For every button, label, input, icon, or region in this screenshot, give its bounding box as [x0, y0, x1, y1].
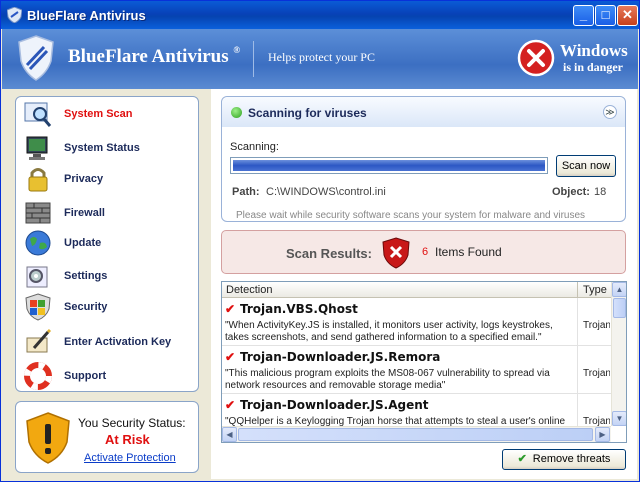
- security-status-box: You Security Status: At Risk Activate Pr…: [15, 401, 199, 473]
- remove-threats-button[interactable]: ✔ Remove threats: [502, 449, 626, 470]
- scan-results-label: Scan Results:: [286, 246, 372, 261]
- scan-now-button[interactable]: Scan now: [556, 155, 616, 177]
- red-check-icon: ✔: [225, 350, 236, 364]
- status-dot-icon: [231, 107, 242, 118]
- scan-panel-header: Scanning for viruses ≫: [222, 97, 625, 127]
- vertical-scrollbar[interactable]: ▲ ▼: [611, 282, 626, 426]
- danger-subtitle: is in danger: [563, 60, 624, 74]
- window-title: BlueFlare Antivirus: [27, 8, 146, 23]
- pen-key-icon: [26, 328, 52, 353]
- wait-message: Please wait while security software scan…: [236, 210, 586, 221]
- status-title: You Security Status:: [78, 416, 186, 430]
- red-check-icon: ✔: [225, 302, 236, 316]
- scan-progress-bar: [230, 157, 548, 174]
- items-found-count: 6: [422, 246, 429, 258]
- magnifier-icon: [24, 102, 52, 127]
- sidebar: System Scan System Status Privacy Firewa…: [15, 96, 199, 392]
- sidebar-item-security[interactable]: Security: [24, 292, 194, 322]
- minimize-button[interactable]: _: [573, 5, 594, 26]
- column-header-type[interactable]: Type: [579, 282, 611, 298]
- scroll-up-icon[interactable]: ▲: [612, 282, 626, 297]
- threat-name: Trojan-Downloader.JS.Remora: [240, 350, 441, 364]
- main-panel: Scanning for viruses ≫ Scanning: Scan no…: [211, 89, 637, 479]
- close-button[interactable]: ✕: [617, 5, 638, 26]
- horizontal-scrollbar[interactable]: ◀ ▶: [222, 426, 611, 442]
- sidebar-item-privacy[interactable]: Privacy: [24, 164, 194, 194]
- settings-gear-icon: [26, 266, 48, 288]
- header-divider: [253, 41, 254, 77]
- threat-type: Trojan: [583, 368, 610, 379]
- green-check-icon: ✔: [517, 453, 527, 465]
- red-check-icon: ✔: [225, 398, 236, 412]
- sidebar-item-activation-key[interactable]: Enter Activation Key: [24, 327, 194, 357]
- lifebuoy-icon: [24, 362, 52, 390]
- scan-panel-title: Scanning for viruses: [248, 106, 367, 120]
- sidebar-item-system-scan[interactable]: System Scan: [24, 99, 194, 129]
- path-value: C:\WINDOWS\control.ini: [266, 186, 386, 198]
- padlock-icon: [28, 168, 48, 192]
- status-value: At Risk: [105, 432, 150, 447]
- globe-icon: [25, 230, 51, 256]
- sidebar-item-system-status[interactable]: System Status: [24, 133, 194, 163]
- sidebar-item-label: Security: [64, 301, 108, 313]
- detections-table: Detection Type ✔ Trojan.VBS.Qhost "When …: [221, 281, 627, 443]
- danger-x-icon: [517, 39, 555, 77]
- shield-icon: [7, 7, 22, 23]
- sidebar-item-label: Update: [64, 237, 102, 249]
- sidebar-item-firewall[interactable]: Firewall: [24, 198, 194, 228]
- brand-name: BlueFlare Antivirus ®: [68, 44, 241, 67]
- sidebar-item-support[interactable]: Support: [24, 361, 194, 391]
- object-label: Object:: [552, 186, 590, 198]
- sidebar-item-label: System Scan: [64, 108, 133, 120]
- brick-wall-icon: [25, 202, 51, 224]
- title-bar[interactable]: BlueFlare Antivirus _ □ ✕: [1, 1, 639, 29]
- danger-title: Windows: [560, 41, 628, 60]
- activate-protection-link[interactable]: Activate Protection: [84, 452, 176, 464]
- tagline: Helps protect your PC: [268, 50, 375, 64]
- threat-description: "This malicious program exploits the MS0…: [225, 368, 550, 391]
- detection-cell: ✔ Trojan.VBS.Qhost "When ActivityKey.JS …: [222, 298, 578, 346]
- scanning-label: Scanning:: [230, 141, 279, 153]
- remove-threats-label: Remove threats: [532, 453, 611, 465]
- sidebar-item-label: Firewall: [64, 207, 105, 219]
- maximize-button[interactable]: □: [595, 5, 616, 26]
- app-header: BlueFlare Antivirus ® Helps protect your…: [2, 29, 638, 89]
- monitor-icon: [26, 136, 48, 160]
- scroll-right-icon[interactable]: ▶: [595, 427, 610, 442]
- threat-name: Trojan-Downloader.JS.Agent: [240, 398, 429, 412]
- table-header: Detection Type: [222, 282, 626, 298]
- sidebar-item-label: System Status: [64, 142, 140, 154]
- sidebar-item-label: Enter Activation Key: [64, 336, 172, 348]
- items-found-label: Items Found: [435, 245, 502, 259]
- threat-name: Trojan.VBS.Qhost: [240, 302, 358, 316]
- sidebar-item-label: Support: [64, 370, 107, 382]
- sidebar-item-settings[interactable]: Settings: [24, 261, 194, 291]
- path-label: Path:: [232, 186, 260, 198]
- collapse-chevron-icon[interactable]: ≫: [603, 105, 617, 119]
- threat-description: "When ActivityKey.JS is installed, it mo…: [225, 320, 553, 343]
- warning-shield-icon: [26, 412, 70, 464]
- scroll-down-icon[interactable]: ▼: [612, 411, 626, 426]
- progress-fill: [233, 160, 545, 171]
- red-x-shield-icon: [382, 237, 410, 269]
- brand-shield-icon: [18, 35, 54, 81]
- table-row[interactable]: ✔ Trojan-Downloader.JS.Remora "This mali…: [222, 346, 611, 394]
- table-row[interactable]: ✔ Trojan.VBS.Qhost "When ActivityKey.JS …: [222, 298, 611, 346]
- threat-type: Trojan: [583, 320, 610, 331]
- sidebar-item-label: Settings: [64, 270, 108, 282]
- scan-panel: Scanning for viruses ≫ Scanning: Scan no…: [221, 96, 626, 222]
- sidebar-item-label: Privacy: [64, 173, 104, 185]
- column-header-detection[interactable]: Detection: [222, 282, 578, 298]
- detection-cell: ✔ Trojan-Downloader.JS.Remora "This mali…: [222, 346, 578, 394]
- app-window: BlueFlare Antivirus _ □ ✕ BlueFlare Anti…: [0, 0, 640, 482]
- horizontal-scroll-thumb[interactable]: [238, 428, 593, 441]
- windows-shield-icon: [25, 293, 51, 321]
- vertical-scroll-thumb[interactable]: [613, 298, 626, 318]
- object-count: 18: [594, 186, 607, 198]
- scan-results-bar: Scan Results: 6 Items Found: [221, 230, 626, 274]
- scroll-left-icon[interactable]: ◀: [222, 427, 237, 442]
- sidebar-item-update[interactable]: Update: [24, 228, 194, 258]
